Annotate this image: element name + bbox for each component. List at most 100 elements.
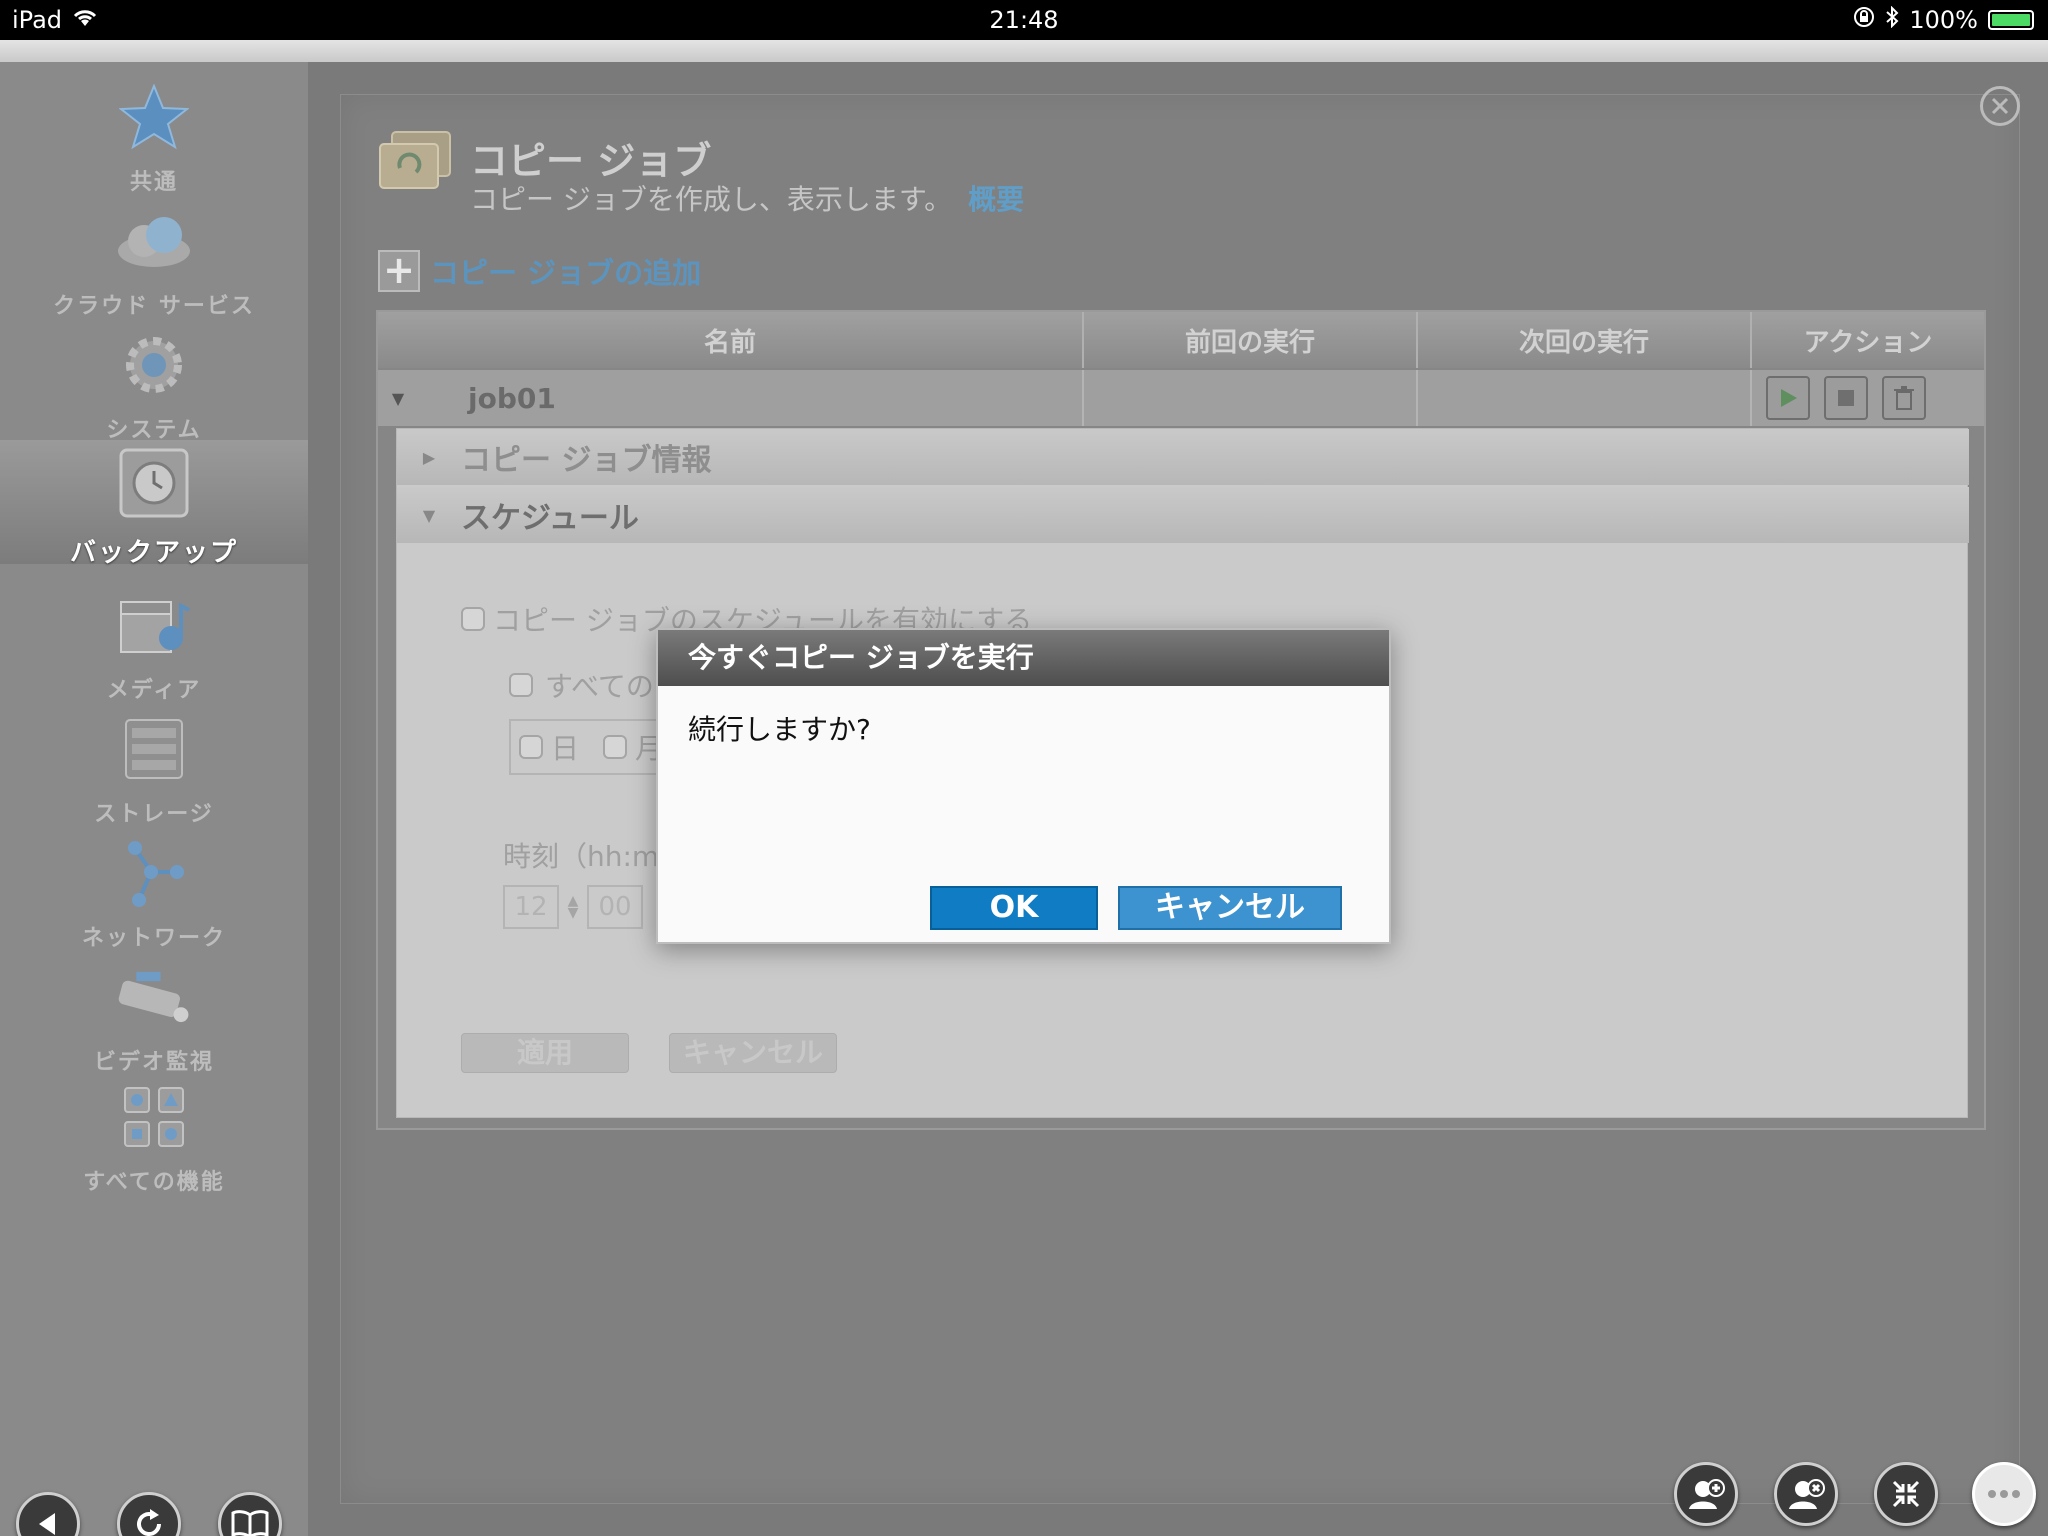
column-header-name[interactable]: 名前 — [378, 312, 1084, 368]
all-days-checkbox[interactable] — [509, 673, 533, 697]
dialog-message: 続行しますか? — [688, 713, 871, 746]
all-features-grid-icon — [114, 1082, 194, 1152]
close-button[interactable] — [1980, 86, 2020, 126]
sidebar-item-label: ネットワーク — [81, 926, 226, 951]
weekday-selector: 日 月 — [509, 719, 669, 775]
job-name-cell: ▼ job01 — [378, 370, 1084, 426]
sidebar-item-label: クラウド サービス — [53, 294, 255, 319]
sidebar-item-all-features[interactable]: すべての機能 — [0, 1074, 308, 1198]
rotation-lock-icon — [1853, 6, 1875, 34]
page-description: コピー ジョブを作成し、表示します。 概要 — [470, 178, 1024, 218]
cancel-button[interactable]: キャンセル — [1118, 886, 1342, 930]
column-header-last-run[interactable]: 前回の実行 — [1084, 312, 1418, 368]
clock: 21:48 — [989, 6, 1059, 34]
page-description-text: コピー ジョブを作成し、表示します。 — [470, 183, 953, 216]
zoom-in-button[interactable] — [1674, 1462, 1738, 1526]
monday-checkbox[interactable] — [603, 735, 628, 759]
section-schedule[interactable]: ▼ スケジュール — [397, 487, 1969, 543]
remove-button[interactable] — [1774, 1462, 1838, 1526]
status-bar: iPad 21:48 100% — [0, 0, 2048, 40]
back-button[interactable] — [16, 1492, 80, 1536]
gear-icon — [114, 330, 194, 400]
sidebar-item-common[interactable]: 共通 — [0, 74, 308, 198]
section-copy-job-info[interactable]: ▶ コピー ジョブ情報 — [397, 429, 1969, 485]
bookmarks-button[interactable] — [218, 1492, 282, 1536]
exit-fullscreen-button[interactable] — [1874, 1462, 1938, 1526]
last-run-cell — [1084, 370, 1418, 426]
collapse-arrows-icon — [1892, 1480, 1920, 1508]
confirm-run-dialog: 今すぐコピー ジョブを実行 続行しますか? OK キャンセル — [656, 628, 1391, 944]
bluetooth-icon — [1885, 5, 1899, 34]
next-run-cell — [1418, 370, 1752, 426]
delete-job-button[interactable] — [1882, 376, 1926, 420]
stop-job-button[interactable] — [1824, 376, 1868, 420]
run-job-button[interactable] — [1766, 376, 1810, 420]
dialog-title: 今すぐコピー ジョブを実行 — [658, 630, 1389, 686]
ok-button[interactable]: OK — [930, 886, 1098, 930]
more-options-button[interactable] — [1972, 1462, 2036, 1526]
expanded-triangle-icon: ▼ — [422, 505, 436, 525]
hour-input[interactable]: 12 — [503, 885, 559, 929]
plus-icon: + — [378, 250, 420, 292]
sidebar-item-video-surveillance[interactable]: ビデオ監視 — [0, 954, 308, 1078]
sidebar-item-media[interactable]: メディア — [0, 582, 308, 706]
overview-link[interactable]: 概要 — [968, 183, 1024, 216]
sidebar-item-label: ストレージ — [94, 802, 214, 827]
add-user-icon — [1689, 1479, 1725, 1509]
section-label: コピー ジョブ情報 — [461, 443, 712, 478]
close-icon — [1991, 97, 2009, 115]
network-nodes-icon — [114, 838, 194, 908]
time-label: 時刻（hh:m — [503, 840, 660, 873]
column-header-next-run[interactable]: 次回の実行 — [1418, 312, 1752, 368]
time-inputs: 12 ▲ ▼ 00 — [503, 885, 643, 929]
job-name: job01 — [468, 381, 556, 415]
column-header-action: アクション — [1803, 327, 1933, 358]
sidebar-item-backup[interactable]: バックアップ — [0, 440, 308, 568]
action-cell — [1752, 370, 1984, 426]
sidebar-item-network[interactable]: ネットワーク — [0, 830, 308, 954]
collapsed-triangle-icon: ▶ — [422, 447, 436, 467]
add-copy-job-button[interactable]: + コピー ジョブの追加 — [378, 250, 701, 292]
browser-top-strip — [0, 40, 2048, 62]
enable-schedule-checkbox[interactable] — [461, 607, 485, 631]
table-header: 名前 前回の実行 次回の実行 アクション — [378, 312, 1984, 368]
apply-button[interactable]: 適用 — [461, 1033, 629, 1073]
sidebar-item-label: 共通 — [129, 170, 178, 195]
sidebar-item-system[interactable]: システム — [0, 322, 308, 446]
security-camera-icon — [114, 962, 194, 1032]
sidebar-item-cloud-services[interactable]: クラウド サービス — [0, 198, 308, 322]
copy-job-folder-icon — [378, 128, 454, 196]
sunday-label: 日 — [551, 732, 580, 765]
detail-cancel-button[interactable]: キャンセル — [669, 1033, 837, 1073]
book-icon — [231, 1510, 269, 1536]
page-title: コピー ジョブ — [470, 139, 712, 183]
stop-icon — [1838, 390, 1854, 406]
sidebar-item-label: バックアップ — [69, 538, 238, 568]
row-expand-triangle-icon[interactable]: ▼ — [378, 389, 418, 408]
sidebar-item-label: ビデオ監視 — [93, 1050, 214, 1075]
add-copy-job-label: コピー ジョブの追加 — [430, 256, 702, 290]
minute-input[interactable]: 00 — [587, 885, 643, 929]
all-days-row: すべての — [509, 665, 654, 705]
back-arrow-icon — [39, 1513, 55, 1535]
cloud-icon — [114, 206, 194, 276]
all-days-label: すべての — [545, 670, 654, 703]
sidebar-item-label: メディア — [106, 678, 202, 703]
sunday-checkbox[interactable] — [519, 735, 543, 759]
sidebar-item-storage[interactable]: ストレージ — [0, 706, 308, 830]
storage-server-icon — [114, 714, 194, 784]
media-clapper-icon — [114, 590, 194, 660]
table-row[interactable]: ▼ job01 — [378, 370, 1984, 426]
refresh-icon — [137, 1509, 162, 1536]
battery-percent: 100% — [1909, 6, 1978, 34]
hour-stepper[interactable]: ▲ ▼ — [563, 894, 583, 920]
star-icon — [114, 82, 194, 152]
trash-icon — [1894, 386, 1914, 410]
backup-safe-icon — [114, 448, 194, 518]
more-dots-icon — [1988, 1490, 2020, 1498]
play-icon — [1781, 389, 1797, 407]
refresh-button[interactable] — [117, 1492, 181, 1536]
sidebar: 共通 クラウド サービス システム バックアップ メディア ストレージ ネットワ… — [0, 62, 308, 1536]
sidebar-item-label: すべての機能 — [83, 1170, 225, 1195]
battery-icon — [1988, 10, 2034, 30]
